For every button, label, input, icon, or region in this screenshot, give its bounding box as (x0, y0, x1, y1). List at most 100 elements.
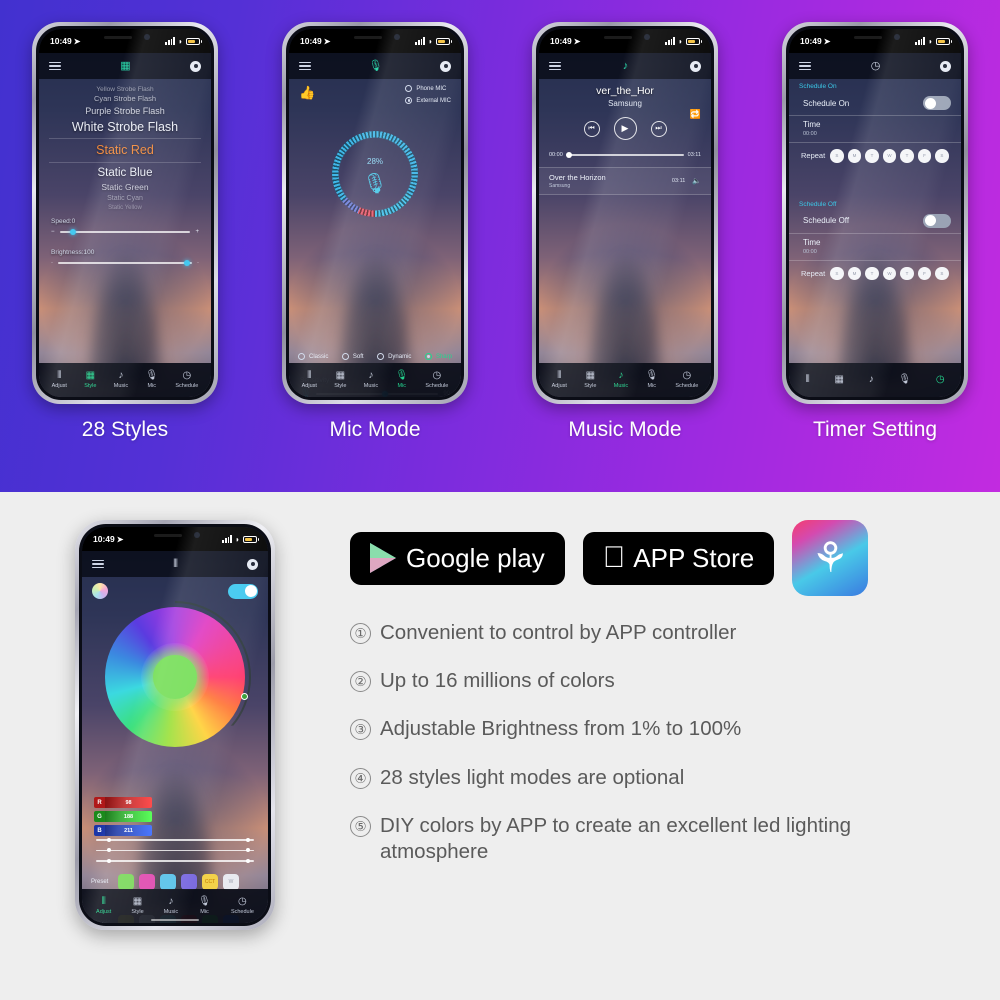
radio-phone-mic[interactable]: Phone MIC (405, 85, 451, 92)
day-toggle[interactable]: S (830, 266, 844, 280)
style-item[interactable]: Static Blue (39, 165, 211, 182)
color-preview-icon[interactable] (92, 583, 108, 599)
day-toggle[interactable]: W (882, 149, 897, 163)
day-toggle[interactable]: T (900, 149, 914, 163)
gear-icon[interactable] (939, 60, 951, 72)
previous-button[interactable]: ⏮ (583, 120, 600, 137)
nav-item-style[interactable]: ▦ (835, 375, 844, 385)
preset-swatch[interactable] (139, 874, 155, 890)
style-item[interactable]: Static Green (39, 181, 211, 193)
style-item[interactable]: Purple Strobe Flash (39, 105, 211, 118)
day-toggle[interactable]: M (847, 266, 862, 280)
plus-icon[interactable]: + (195, 229, 199, 235)
nav-item-mic[interactable]: 🎙 Mic (645, 371, 658, 390)
preset-swatch[interactable] (160, 874, 176, 890)
nav-item-schedule[interactable]: ◷ Schedule (425, 371, 448, 390)
nav-item-style[interactable]: ▦ Style (584, 371, 596, 390)
schedule-on-row[interactable]: Schedule On (789, 92, 961, 116)
nav-item-schedule[interactable]: ◷ (936, 375, 945, 385)
nav-item-mic[interactable]: 🎙 Mic (395, 371, 408, 390)
style-item[interactable]: Static Cyan (39, 194, 211, 204)
white-slider-1[interactable] (96, 837, 254, 842)
nav-item-music[interactable]: ♪ (869, 375, 874, 385)
day-toggle[interactable]: S (830, 149, 844, 163)
day-toggle[interactable]: S (935, 149, 949, 163)
nav-item-adjust[interactable]: ⦀ Adjust (552, 371, 567, 390)
nav-item-adjust[interactable]: ⦀ Adjust (302, 371, 317, 390)
menu-icon[interactable] (549, 61, 561, 71)
rgb-row-b[interactable]: B 211 (94, 825, 152, 836)
gear-icon[interactable] (190, 60, 201, 72)
nav-item-music[interactable]: ♪ Music (614, 371, 628, 390)
menu-icon[interactable] (49, 61, 61, 71)
nav-item-style[interactable]: ▦ Style (84, 371, 96, 390)
playlist-item[interactable]: Over the Horizon Samsung 03:11 🔈 (539, 167, 711, 195)
radio-sharp[interactable]: Sharp (424, 353, 452, 360)
day-toggle[interactable]: M (847, 149, 862, 163)
radio-external-mic[interactable]: External MIC (405, 97, 451, 104)
radio-dynamic[interactable]: Dynamic (377, 353, 411, 360)
seek-slider[interactable] (566, 152, 684, 158)
white-slider-2[interactable] (96, 848, 254, 853)
nav-item-music[interactable]: ♪ Music (364, 371, 378, 390)
app-icon[interactable]: ⚘ (792, 520, 869, 596)
menu-icon[interactable] (799, 61, 811, 71)
schedule-on-time[interactable]: Time 00:00 (789, 116, 961, 143)
plus-icon[interactable]: · (197, 260, 199, 266)
rgb-bar-red[interactable]: 98 (105, 797, 152, 808)
next-button[interactable]: ⏭ (650, 120, 667, 137)
nav-item-music[interactable]: ♪ Music (114, 371, 128, 390)
rgb-row-g[interactable]: G 188 (94, 811, 152, 822)
nav-item-mic[interactable]: 🎙 Mic (198, 897, 211, 916)
style-list[interactable]: Yellow Strobe Flash Cyan Strobe Flash Pu… (39, 79, 211, 212)
day-toggle[interactable]: S (935, 266, 949, 280)
minus-icon[interactable]: · (51, 260, 53, 266)
gear-icon[interactable] (690, 60, 701, 72)
schedule-off-time[interactable]: Time 00:00 (789, 234, 961, 261)
google-play-badge[interactable]: Google play (350, 531, 565, 585)
gear-icon[interactable] (440, 60, 451, 72)
rgb-row-r[interactable]: R 98 (94, 797, 152, 808)
nav-item-style[interactable]: ▦ Style (334, 371, 346, 390)
gear-icon[interactable] (247, 558, 258, 570)
style-item-selected[interactable]: Static Red (39, 141, 211, 159)
day-toggle[interactable]: F (917, 266, 932, 280)
brightness-ring-knob[interactable] (241, 693, 248, 700)
nav-item-adjust[interactable]: ⦀ Adjust (96, 897, 111, 916)
app-store-badge[interactable]:  APP Store (582, 531, 775, 585)
day-toggle[interactable]: W (882, 266, 897, 280)
white-slider-3[interactable] (96, 858, 254, 863)
play-button[interactable]: ▶ (613, 117, 637, 140)
menu-icon[interactable] (92, 559, 104, 569)
day-toggle[interactable]: T (865, 266, 879, 280)
nav-item-mic[interactable]: 🎙 (898, 375, 911, 385)
preset-swatch[interactable] (118, 874, 134, 890)
nav-item-schedule[interactable]: ◷ Schedule (675, 371, 698, 390)
schedule-off-row[interactable]: Schedule Off (789, 210, 961, 234)
day-toggle[interactable]: F (917, 149, 932, 163)
nav-item-music[interactable]: ♪ Music (164, 897, 178, 916)
schedule-off-toggle[interactable] (923, 213, 951, 228)
minus-icon[interactable]: − (51, 229, 55, 235)
power-toggle[interactable] (228, 583, 258, 599)
radio-classic[interactable]: Classic (298, 353, 328, 360)
rgb-bar-green[interactable]: 188 (105, 811, 152, 822)
nav-item-schedule[interactable]: ◷ Schedule (231, 897, 254, 916)
preset-swatch-cct[interactable]: CCT (202, 874, 218, 890)
nav-item-style[interactable]: ▦ Style (131, 897, 143, 916)
repeat-icon[interactable]: 🔁 (690, 109, 701, 120)
brightness-slider[interactable] (58, 260, 192, 267)
nav-item-adjust[interactable]: ⦀ Adjust (52, 371, 67, 390)
radio-soft[interactable]: Soft (341, 353, 364, 360)
style-item[interactable]: Cyan Strobe Flash (39, 94, 211, 105)
style-item[interactable]: White Strobe Flash (39, 118, 211, 136)
preset-swatch[interactable] (181, 874, 197, 890)
menu-icon[interactable] (299, 61, 311, 71)
nav-item-adjust[interactable]: ⦀ (805, 375, 809, 385)
day-toggle[interactable]: T (900, 266, 914, 280)
nav-item-mic[interactable]: 🎙 Mic (145, 371, 158, 390)
rgb-bar-blue[interactable]: 211 (105, 825, 152, 836)
schedule-on-toggle[interactable] (923, 96, 951, 110)
day-toggle[interactable]: T (865, 149, 879, 163)
style-item[interactable]: Static Yellow (39, 204, 211, 213)
